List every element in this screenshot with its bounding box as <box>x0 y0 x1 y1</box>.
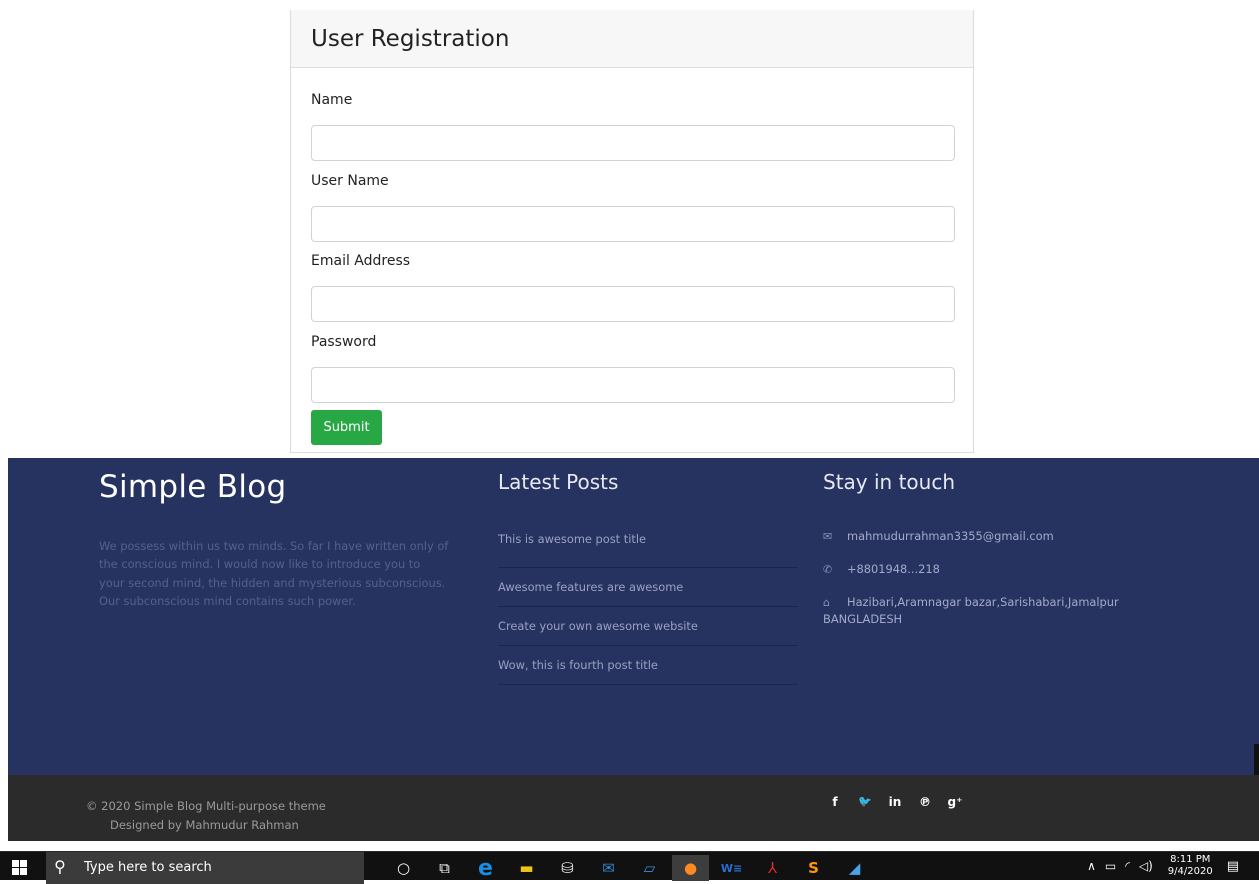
system-tray: ∧ ▭ ◜ ◁) 8:11 PM 9/4/2020 ▤ <box>1087 854 1239 878</box>
username-label: User Name <box>311 173 389 189</box>
username-input[interactable] <box>311 206 955 242</box>
registration-card: User Registration Name User Name Email A… <box>290 10 974 453</box>
chevron-up-icon[interactable]: ∧ <box>1087 859 1096 873</box>
contact-phone-text: +8801948...218 <box>847 562 940 576</box>
password-input[interactable] <box>311 367 955 403</box>
google-plus-icon[interactable]: g⁺ <box>940 795 970 809</box>
post-link[interactable]: Wow, this is fourth post title <box>498 646 798 685</box>
copyright-text: © 2020 Simple Blog Multi-purpose theme <box>86 799 326 813</box>
task-view-icon[interactable]: ⧉ <box>426 855 463 881</box>
taskbar: ⚲ Type here to search ○ ⧉ e ▬ ⛁ ✉ ▱ ● W≡… <box>0 851 1259 884</box>
email-group: Email Address <box>311 253 955 322</box>
pinterest-icon[interactable]: ℗ <box>910 795 940 809</box>
copyright: © 2020 Simple Blog Multi-purpose theme D… <box>86 797 326 835</box>
firefox-icon[interactable]: ● <box>672 855 709 881</box>
facebook-icon[interactable]: f <box>820 795 850 809</box>
contact-address: ⌂ Hazibari,Aramnagar bazar,Sarishabari,Ja… <box>823 594 1153 628</box>
designer-credit: Designed by Mahmudur Rahman <box>110 818 299 832</box>
password-label: Password <box>311 334 377 350</box>
footer-latest-posts: Latest Posts This is awesome post title … <box>498 458 798 685</box>
contact-email-text[interactable]: mahmudurrahman3355@gmail.com <box>847 529 1054 543</box>
file-explorer-icon[interactable]: ▬ <box>508 855 545 881</box>
footer-brand[interactable]: Simple Blog <box>99 472 449 503</box>
wifi-icon[interactable]: ◜ <box>1125 859 1130 873</box>
contact-email: ✉ mahmudurrahman3355@gmail.com <box>823 528 1153 545</box>
cortana-icon[interactable]: ○ <box>385 855 422 881</box>
name-group: Name <box>311 92 955 161</box>
contact-address-text: Hazibari,Aramnagar bazar,Sarishabari,Jam… <box>823 595 1119 626</box>
contact-phone: ✆ +8801948...218 <box>823 561 1153 578</box>
email-input[interactable] <box>311 286 955 322</box>
post-link[interactable]: This is awesome post title <box>498 529 798 568</box>
footer-about-column: Simple Blog We possess within us two min… <box>99 458 449 611</box>
clock[interactable]: 8:11 PM 9/4/2020 <box>1168 854 1213 878</box>
volume-icon[interactable]: ◁) <box>1139 859 1153 873</box>
home-icon: ⌂ <box>823 596 830 609</box>
search-icon: ⚲ <box>54 857 66 876</box>
taskbar-search-placeholder: Type here to search <box>84 860 212 875</box>
edge-icon[interactable]: e <box>467 855 504 881</box>
linkedin-icon[interactable]: in <box>880 795 910 809</box>
password-group: Password <box>311 334 955 403</box>
footer-about-text: We possess within us two minds. So far I… <box>99 539 449 609</box>
submit-button[interactable]: Submit <box>311 410 382 445</box>
social-links: f 🐦 in ℗ g⁺ <box>820 795 970 809</box>
post-list: This is awesome post title Awesome featu… <box>498 529 798 685</box>
notification-icon[interactable]: ▤ <box>1227 859 1239 874</box>
username-group: User Name <box>311 173 955 242</box>
twitter-icon[interactable]: 🐦 <box>850 795 880 809</box>
battery-icon[interactable]: ▭ <box>1105 859 1116 873</box>
name-input[interactable] <box>311 125 955 161</box>
post-link[interactable]: Awesome features are awesome <box>498 568 798 607</box>
card-header: User Registration <box>291 10 973 68</box>
photos-icon[interactable]: ▱ <box>631 855 668 881</box>
site-footer: Simple Blog We possess within us two min… <box>8 458 1259 775</box>
app-icon[interactable]: ◢ <box>836 855 873 881</box>
post-link[interactable]: Create your own awesome website <box>498 607 798 646</box>
mail-icon[interactable]: ✉ <box>590 855 627 881</box>
name-label: Name <box>311 92 353 108</box>
clock-date: 9/4/2020 <box>1167 866 1213 877</box>
taskbar-apps: ○ ⧉ e ▬ ⛁ ✉ ▱ ● W≡ ⅄ S ◢ <box>385 855 877 881</box>
footer-contact: Stay in touch ✉ mahmudurrahman3355@gmail.… <box>823 458 1153 628</box>
page-title: User Registration <box>311 26 510 52</box>
latest-posts-heading: Latest Posts <box>498 470 619 494</box>
email-label: Email Address <box>311 253 411 269</box>
clock-time: 8:11 PM <box>1170 854 1211 865</box>
sublime-icon[interactable]: S <box>795 855 832 881</box>
windows-start-icon[interactable] <box>12 860 27 875</box>
taskbar-search[interactable]: ⚲ Type here to search <box>46 852 364 884</box>
contact-heading: Stay in touch <box>823 470 956 494</box>
store-icon[interactable]: ⛁ <box>549 855 586 881</box>
phone-icon: ✆ <box>823 563 833 576</box>
envelope-icon: ✉ <box>823 530 833 543</box>
word-icon[interactable]: W≡ <box>713 855 750 881</box>
acrobat-icon[interactable]: ⅄ <box>754 855 791 881</box>
copyright-bar: © 2020 Simple Blog Multi-purpose theme D… <box>8 775 1259 841</box>
